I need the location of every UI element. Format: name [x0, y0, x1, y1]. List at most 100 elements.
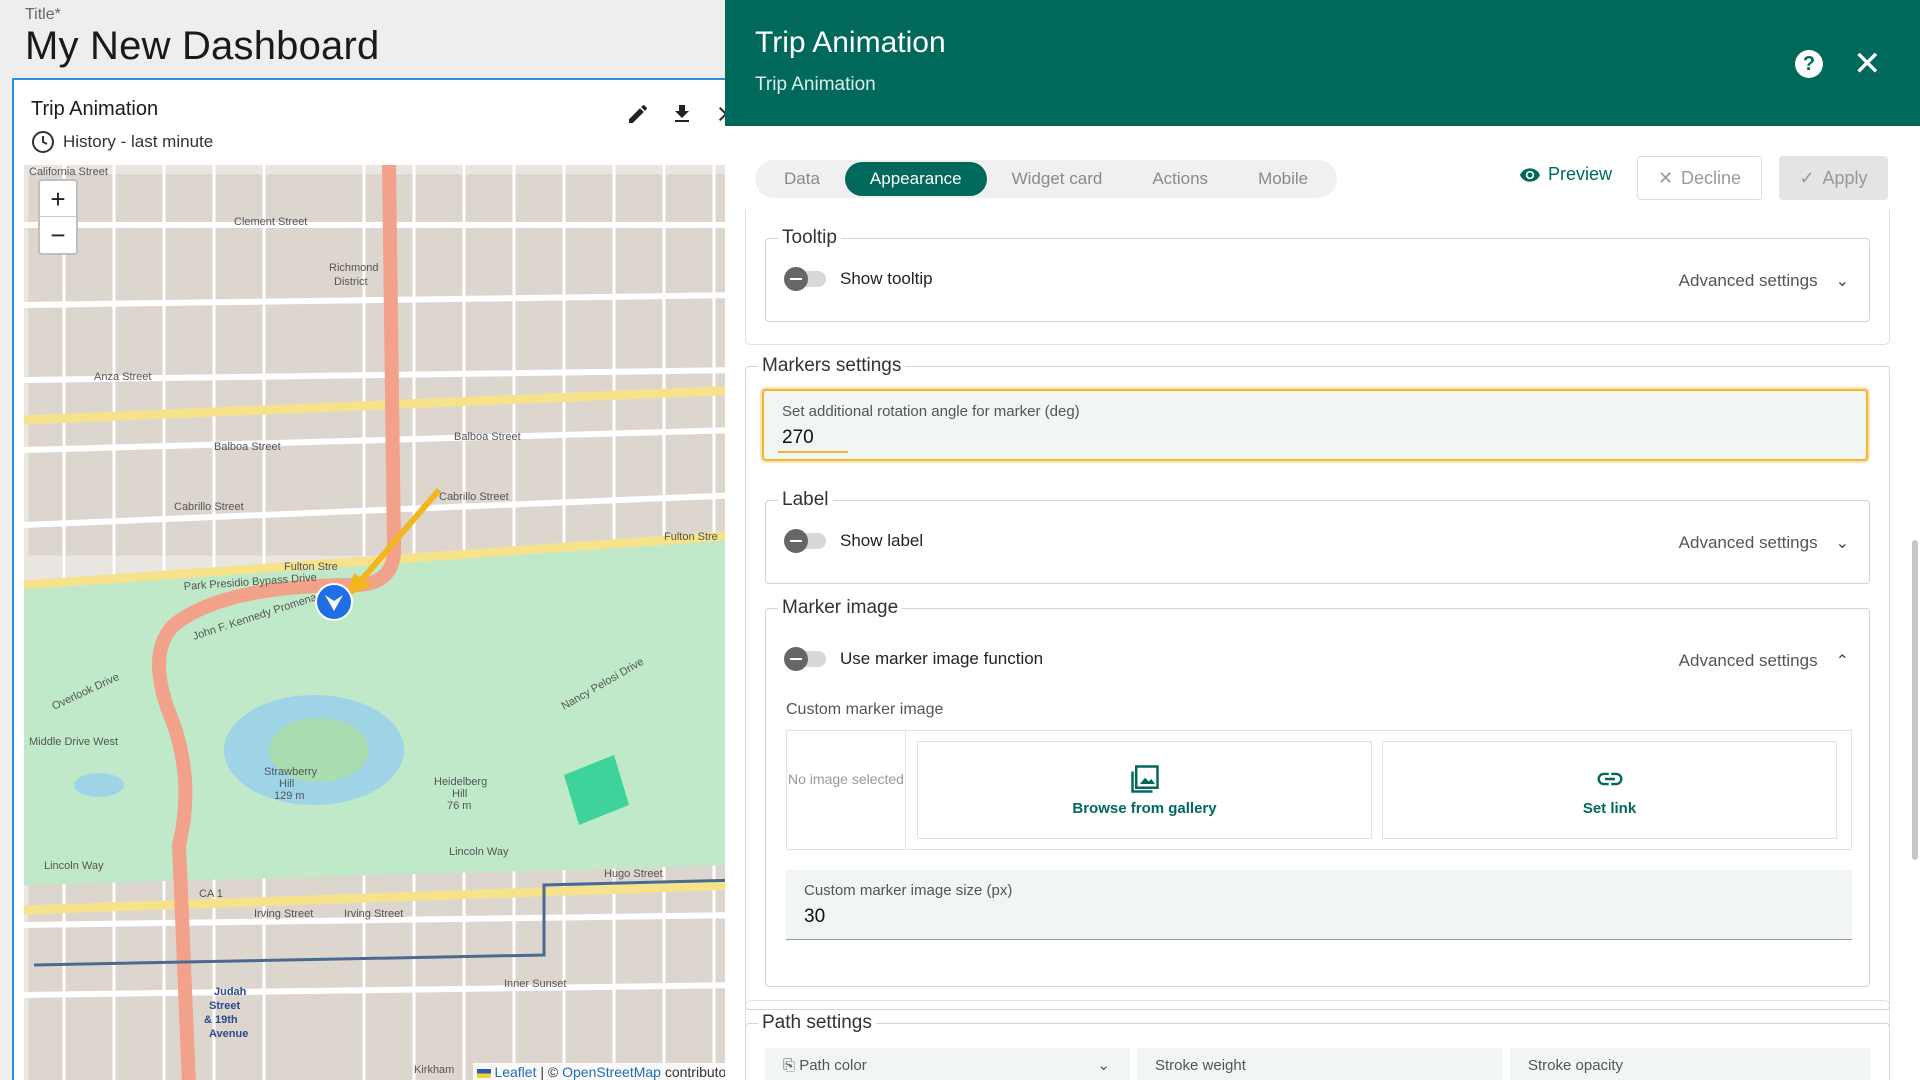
leaflet-link[interactable]: Leaflet: [494, 1064, 536, 1080]
svg-text:Middle Drive West: Middle Drive West: [29, 736, 118, 748]
svg-text:Irving Street: Irving Street: [254, 908, 313, 920]
download-icon[interactable]: [670, 102, 694, 126]
zoom-in-button[interactable]: +: [40, 181, 76, 217]
zoom-control: + −: [38, 179, 78, 255]
show-label-toggle[interactable]: Show label: [784, 529, 924, 553]
custom-marker-size-input[interactable]: Custom marker image size (px) 30: [786, 870, 1852, 940]
timewindow-label: History - last minute: [63, 132, 214, 151]
dashboard-area: Title* My New Dashboard Trip Animation H…: [0, 0, 725, 1080]
marker-image-advanced-settings[interactable]: Advanced settings ⌃: [1679, 651, 1849, 671]
apply-label: Apply: [1822, 167, 1868, 188]
attribution-tail: contributor: [664, 1064, 725, 1080]
path-color-label: Path color: [799, 1057, 867, 1074]
show-tooltip-label: Show tooltip: [840, 269, 933, 288]
close-icon: ✕: [1657, 167, 1674, 188]
stroke-opacity-label: Stroke opacity: [1528, 1057, 1624, 1074]
browse-label: Browse from gallery: [1072, 800, 1217, 817]
svg-text:Anza Street: Anza Street: [94, 371, 151, 383]
trip-animation-widget[interactable]: Trip Animation History - last minute Cal…: [12, 78, 725, 1080]
title-label: Title*: [25, 6, 61, 23]
widget-title: Trip Animation: [31, 98, 159, 120]
tab-appearance[interactable]: Appearance: [844, 162, 987, 196]
svg-text:Heidelberg: Heidelberg: [434, 776, 487, 788]
apply-button[interactable]: ✓ Apply: [1779, 156, 1888, 200]
panel-title: Trip Animation: [755, 26, 946, 59]
svg-text:Avenue: Avenue: [209, 1028, 248, 1040]
svg-text:129 m: 129 m: [274, 790, 305, 802]
preview-label: Preview: [1548, 164, 1613, 184]
panel-scrollbar[interactable]: [1912, 540, 1918, 860]
show-tooltip-toggle[interactable]: Show tooltip: [784, 267, 933, 291]
stroke-weight-field[interactable]: Stroke weight: [1137, 1048, 1502, 1080]
use-marker-image-function-toggle[interactable]: Use marker image function: [784, 647, 1044, 671]
ukraine-flag-icon: [476, 1068, 491, 1078]
svg-text:Clement Street: Clement Street: [234, 216, 307, 228]
toggle-switch[interactable]: [784, 647, 826, 671]
svg-text:Street: Street: [209, 1000, 241, 1012]
path-color-field[interactable]: ⎘ Path color ⌄: [765, 1048, 1130, 1080]
browse-from-gallery-button[interactable]: Browse from gallery: [917, 741, 1372, 839]
tab-actions[interactable]: Actions: [1127, 162, 1233, 196]
eye-icon: [1520, 167, 1540, 182]
zoom-out-button[interactable]: −: [40, 217, 76, 253]
tab-mobile[interactable]: Mobile: [1233, 162, 1333, 196]
chevron-down-icon: ⌄: [1097, 1057, 1110, 1074]
map-view[interactable]: California Street Clement Street Richmon…: [24, 165, 725, 1080]
dashboard-title[interactable]: My New Dashboard: [25, 24, 379, 69]
svg-text:District: District: [334, 276, 368, 288]
label-fieldset: Label Show label Advanced settings ⌄: [765, 489, 1870, 584]
gallery-icon: [1130, 765, 1159, 793]
svg-text:Cabrillo Street: Cabrillo Street: [174, 501, 244, 513]
tab-widget-card[interactable]: Widget card: [987, 162, 1128, 196]
edit-icon[interactable]: [626, 102, 650, 126]
osm-link[interactable]: OpenStreetMap: [562, 1064, 661, 1080]
svg-text:Balboa Street: Balboa Street: [454, 431, 521, 443]
image-picker: No image selected Browse from gallery Se…: [786, 730, 1852, 850]
chevron-down-icon: ⌄: [1835, 273, 1849, 290]
svg-text:Cabrillo Street: Cabrillo Street: [439, 491, 509, 503]
toggle-switch[interactable]: [784, 529, 826, 553]
rotation-angle-label: Set additional rotation angle for marker…: [782, 403, 1080, 420]
size-value[interactable]: 30: [804, 906, 825, 928]
preview-button[interactable]: Preview: [1520, 164, 1612, 185]
tooltip-fieldset: Tooltip Show tooltip Advanced settings ⌄: [765, 227, 1870, 322]
stroke-opacity-field[interactable]: Stroke opacity: [1510, 1048, 1870, 1080]
toggle-switch[interactable]: [784, 267, 826, 291]
close-icon[interactable]: [714, 102, 725, 126]
svg-text:Lincoln Way: Lincoln Way: [449, 846, 509, 858]
svg-text:Fulton Stre: Fulton Stre: [664, 531, 718, 543]
svg-text:Hugo Street: Hugo Street: [604, 868, 663, 880]
panel-subtitle: Trip Animation: [755, 74, 876, 95]
set-link-button[interactable]: Set link: [1382, 741, 1837, 839]
rotation-angle-value[interactable]: 270: [782, 427, 814, 449]
tooltip-advanced-settings[interactable]: Advanced settings ⌄: [1679, 271, 1849, 291]
clock-icon: [32, 131, 54, 153]
advanced-settings-label: Advanced settings: [1678, 533, 1818, 552]
panel-header: Trip Animation Trip Animation ? ✕: [725, 0, 1920, 126]
close-icon[interactable]: ✕: [1853, 44, 1882, 84]
divider: [905, 731, 906, 849]
svg-text:76 m: 76 m: [447, 800, 471, 812]
svg-text:Judah: Judah: [214, 986, 247, 998]
stroke-weight-label: Stroke weight: [1155, 1057, 1246, 1074]
rotation-angle-input[interactable]: Set additional rotation angle for marker…: [762, 389, 1868, 461]
input-underline: [778, 451, 848, 453]
help-icon[interactable]: ?: [1795, 50, 1823, 78]
map-attribution: Leaflet | © OpenStreetMap contributor: [472, 1063, 725, 1080]
settings-content[interactable]: Tooltip Show tooltip Advanced settings ⌄…: [725, 210, 1920, 1080]
advanced-settings-label: Advanced settings: [1678, 271, 1818, 290]
widget-timewindow[interactable]: History - last minute: [31, 130, 213, 154]
svg-text:Inner Sunset: Inner Sunset: [504, 978, 566, 990]
decline-button[interactable]: ✕ Decline: [1637, 156, 1762, 200]
svg-text:Balboa Street: Balboa Street: [214, 441, 281, 453]
use-marker-image-function-label: Use marker image function: [840, 649, 1044, 668]
tab-data[interactable]: Data: [759, 162, 845, 196]
marker-image-legend: Marker image: [782, 597, 899, 618]
show-label-text: Show label: [840, 531, 924, 550]
svg-text:Lincoln Way: Lincoln Way: [44, 860, 104, 872]
size-label: Custom marker image size (px): [804, 882, 1013, 899]
markers-legend: Markers settings: [762, 355, 902, 376]
label-advanced-settings[interactable]: Advanced settings ⌄: [1679, 533, 1849, 553]
link-icon: [1597, 772, 1622, 786]
color-picker-icon: ⎘: [783, 1057, 796, 1074]
